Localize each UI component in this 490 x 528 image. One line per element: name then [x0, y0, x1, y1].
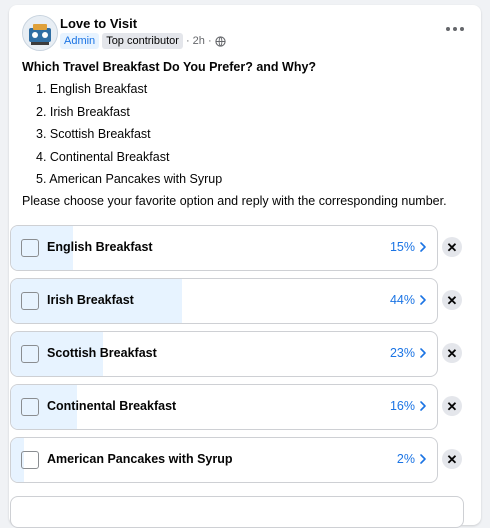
poll-option-button[interactable]: Irish Breakfast 44% [10, 278, 438, 324]
poll-option-percent[interactable]: 15% [390, 240, 415, 254]
poll-option-label: English Breakfast [47, 240, 153, 254]
more-options-button[interactable] [443, 19, 467, 39]
close-icon: ✕ [446, 451, 458, 467]
poll-option-button[interactable]: English Breakfast 15% [10, 225, 438, 271]
remove-option-button[interactable]: ✕ [442, 449, 462, 469]
options-list: 1. English Breakfast 2. Irish Breakfast … [22, 78, 467, 190]
poll-option-percent[interactable]: 44% [390, 293, 415, 307]
post-time[interactable]: · 2h · [186, 35, 212, 47]
poll-option-label: Irish Breakfast [47, 293, 134, 307]
poll-checkbox[interactable] [21, 398, 39, 416]
remove-option-button[interactable]: ✕ [442, 290, 462, 310]
list-item: 2. Irish Breakfast [36, 104, 130, 119]
poll-option: American Pancakes with Syrup 2% ✕ [10, 437, 470, 483]
poll-option-label: Scottish Breakfast [47, 346, 157, 360]
chevron-right-icon [420, 242, 426, 252]
dot-icon [453, 27, 457, 31]
poll-option: Irish Breakfast 44% ✕ [10, 278, 470, 324]
poll-option: Continental Breakfast 16% ✕ [10, 384, 470, 430]
dot-icon [460, 27, 464, 31]
close-icon: ✕ [446, 398, 458, 414]
admin-badge[interactable]: Admin [60, 33, 100, 49]
poll: English Breakfast 15% ✕ Irish Breakfast 44% ✕… [10, 225, 470, 490]
poll-option-label: Continental Breakfast [47, 399, 177, 413]
close-icon: ✕ [446, 239, 458, 255]
avatar[interactable] [22, 15, 58, 51]
poll-option-percent[interactable]: 16% [390, 399, 415, 413]
top-contributor-badge[interactable]: Top contributor [102, 33, 183, 49]
poll-option-partial[interactable] [10, 496, 464, 528]
poll-option: English Breakfast 15% ✕ [10, 225, 470, 271]
globe-icon [215, 35, 226, 47]
poll-checkbox[interactable] [21, 239, 39, 257]
list-item: 4. Continental Breakfast [36, 149, 170, 164]
poll-option: Scottish Breakfast 23% ✕ [10, 331, 470, 377]
list-item: 3. Scottish Breakfast [36, 127, 151, 142]
poll-checkbox[interactable] [21, 292, 39, 310]
post-question: Which Travel Breakfast Do You Prefer? an… [22, 60, 317, 74]
post-body: Which Travel Breakfast Do You Prefer? an… [22, 56, 467, 213]
remove-option-button[interactable]: ✕ [442, 396, 462, 416]
chevron-right-icon [420, 454, 426, 464]
poll-option-percent[interactable]: 2% [397, 452, 415, 466]
poll-checkbox[interactable] [21, 451, 39, 469]
author-name[interactable]: Love to Visit [60, 16, 137, 31]
chevron-right-icon [420, 401, 426, 411]
poll-option-percent[interactable]: 23% [390, 346, 415, 360]
chevron-right-icon [420, 295, 426, 305]
poll-checkbox[interactable] [21, 345, 39, 363]
close-icon: ✕ [446, 292, 458, 308]
poll-option-button[interactable]: Continental Breakfast 16% [10, 384, 438, 430]
list-item: 1. English Breakfast [36, 82, 148, 97]
list-item: 5. American Pancakes with Syrup [36, 172, 223, 187]
post-instruction: Please choose your favorite option and r… [22, 194, 447, 209]
poll-option-label: American Pancakes with Syrup [47, 452, 233, 466]
post-meta: Admin Top contributor · 2h · [60, 33, 226, 49]
post-header: Love to Visit Admin Top contributor · 2h… [22, 15, 467, 51]
remove-option-button[interactable]: ✕ [442, 343, 462, 363]
chevron-right-icon [420, 348, 426, 358]
close-icon: ✕ [446, 345, 458, 361]
poll-option-button[interactable]: Scottish Breakfast 23% [10, 331, 438, 377]
remove-option-button[interactable]: ✕ [442, 237, 462, 257]
poll-option-button[interactable]: American Pancakes with Syrup 2% [10, 437, 438, 483]
dot-icon [446, 27, 450, 31]
